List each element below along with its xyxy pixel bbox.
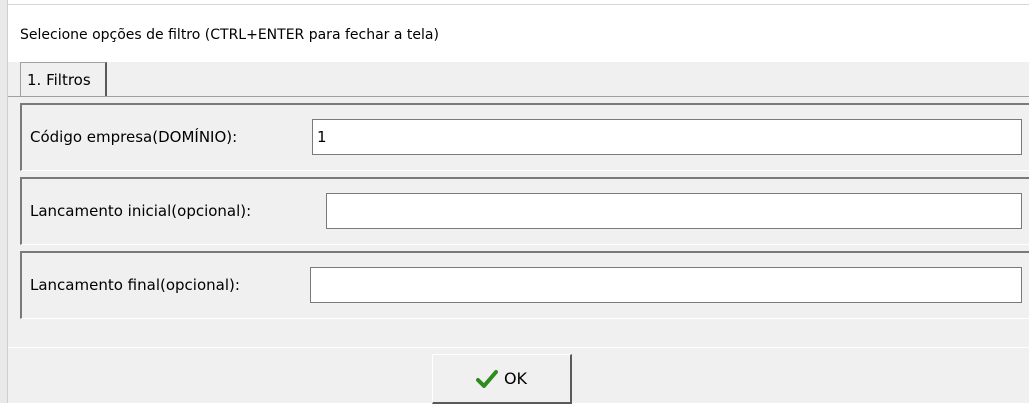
ok-button[interactable]: OK <box>432 354 572 404</box>
tab-strip: 1. Filtros <box>8 62 1029 96</box>
lancamento-inicial-input[interactable] <box>326 193 1022 229</box>
codigo-empresa-input[interactable] <box>312 119 1022 155</box>
lancamento-final-label: Lancamento final(opcional): <box>30 276 240 294</box>
window-edge <box>0 0 8 403</box>
filter-dialog: Selecione opções de filtro (CTRL+ENTER p… <box>0 0 1029 404</box>
lancamento-final-input[interactable] <box>310 267 1022 303</box>
tab-panel-filtros: Código empresa(DOMÍNIO): Lancamento inic… <box>8 96 1029 347</box>
field-group-lancamento-inicial: Lancamento inicial(opcional): <box>20 177 1029 245</box>
codigo-empresa-label: Código empresa(DOMÍNIO): <box>30 128 238 146</box>
check-icon <box>475 369 498 388</box>
button-bar: OK <box>8 347 1029 404</box>
dialog-instruction: Selecione opções de filtro (CTRL+ENTER p… <box>20 27 439 43</box>
field-group-codigo-empresa: Código empresa(DOMÍNIO): <box>20 103 1029 171</box>
field-group-lancamento-final: Lancamento final(opcional): <box>20 251 1029 319</box>
lancamento-inicial-label: Lancamento inicial(opcional): <box>30 202 252 220</box>
top-divider <box>8 0 1029 10</box>
tab-filtros[interactable]: 1. Filtros <box>20 62 107 96</box>
ok-button-label: OK <box>503 369 528 388</box>
